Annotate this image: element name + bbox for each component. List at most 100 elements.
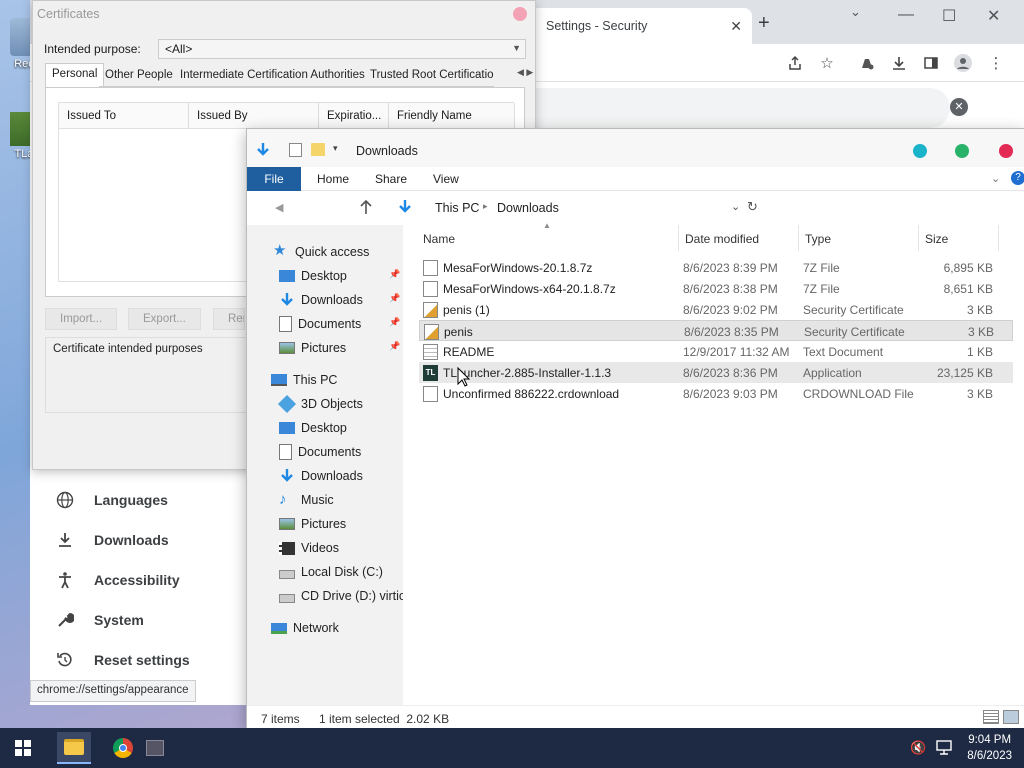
taskbar-file-explorer[interactable] [57, 732, 91, 764]
address-dropdown-icon[interactable]: ⌄ [731, 200, 740, 213]
tab-close-icon[interactable]: ✕ [730, 18, 742, 35]
file-row[interactable]: Unconfirmed 886222.crdownload 8/6/2023 9… [419, 383, 1013, 404]
column-issued-by[interactable]: Issued By [189, 103, 319, 129]
refresh-icon[interactable]: ↻ [747, 199, 758, 215]
sidebar-item-reset-settings[interactable]: Reset settings [30, 640, 246, 680]
ribbon-tab-share[interactable]: Share [365, 167, 417, 191]
file-row[interactable]: penis (1) 8/6/2023 9:02 PM Security Cert… [419, 299, 1013, 320]
search-clear-icon[interactable]: ✕ [950, 98, 968, 116]
nav-quick-access[interactable]: ★ Quick access [247, 241, 403, 263]
close-window-icon[interactable]: ✕ [987, 6, 1000, 26]
nav-pc-local-disk[interactable]: Local Disk (C:) [247, 561, 403, 583]
taskbar-certificate-manager[interactable] [138, 732, 172, 764]
sidebar-item-accessibility[interactable]: Accessibility [30, 560, 246, 600]
ribbon-tab-home[interactable]: Home [307, 167, 359, 191]
remove-button[interactable]: Rem [213, 308, 245, 330]
breadcrumb-downloads[interactable]: Downloads [497, 201, 559, 215]
new-tab-button[interactable]: + [758, 12, 770, 35]
system-clock[interactable]: 9:04 PM 8/6/2023 [967, 732, 1012, 764]
nav-qa-downloads[interactable]: Downloads 📌 [247, 289, 403, 311]
file-row-selected[interactable]: penis 8/6/2023 8:35 PM Security Certific… [419, 320, 1013, 341]
globe-icon [54, 489, 76, 511]
file-row-hovered[interactable]: TL TLauncher-2.885-Installer-1.1.3 8/6/2… [419, 362, 1013, 383]
back-arrow-icon[interactable]: ◀ [275, 201, 283, 214]
taskbar-chrome[interactable] [106, 732, 140, 764]
file-date: 8/6/2023 8:35 PM [684, 325, 779, 339]
close-dot[interactable] [999, 144, 1013, 158]
settings-search-input[interactable] [490, 88, 950, 128]
column-header-size[interactable]: Size [919, 225, 999, 251]
start-button[interactable] [6, 732, 40, 764]
dialog-close-icon[interactable] [513, 7, 527, 21]
intended-purpose-select[interactable]: <All> ▼ [158, 39, 526, 59]
nav-this-pc[interactable]: This PC [247, 369, 403, 391]
ribbon-tab-file[interactable]: File [247, 167, 301, 191]
breadcrumb-this-pc[interactable]: This PC [435, 201, 479, 215]
documents-icon [279, 316, 292, 332]
maximize-icon[interactable]: ☐ [942, 6, 956, 26]
tab-scroll-arrows[interactable]: ◀ ▶ [517, 67, 533, 78]
quick-access-toolbar-down-icon[interactable] [255, 142, 271, 161]
minimize-icon[interactable]: — [898, 6, 914, 24]
tab-intermediate-ca[interactable]: Intermediate Certification Authorities [174, 65, 371, 87]
file-row[interactable]: MesaForWindows-20.1.8.7z 8/6/2023 8:39 P… [419, 257, 1013, 278]
tab-other-people[interactable]: Other People [99, 65, 179, 87]
properties-icon[interactable] [289, 143, 302, 157]
explorer-address-bar: ◀ This PC ▸ Downloads ⌄ ↻ [247, 191, 1024, 225]
import-button[interactable]: Import... [45, 308, 118, 330]
sidebar-item-languages[interactable]: Languages [30, 480, 246, 520]
up-arrow-icon[interactable] [359, 199, 373, 218]
share-icon[interactable] [784, 52, 806, 74]
nav-pc-pictures[interactable]: Pictures [247, 513, 403, 535]
column-header-type[interactable]: Type [799, 225, 919, 251]
bookmark-star-icon[interactable]: ☆ [816, 52, 838, 74]
new-folder-icon[interactable] [311, 143, 325, 156]
nav-label: Documents [298, 317, 362, 331]
minimize-dot[interactable] [913, 144, 927, 158]
toolbar-customize-icon[interactable]: ▾ [333, 143, 338, 154]
nav-qa-documents[interactable]: Documents 📌 [247, 313, 403, 335]
nav-pc-videos[interactable]: Videos [247, 537, 403, 559]
nav-qa-desktop[interactable]: Desktop 📌 [247, 265, 403, 287]
nav-pc-music[interactable]: ♪ Music [247, 489, 403, 511]
column-header-date[interactable]: Date modified [679, 225, 799, 251]
nav-pc-desktop[interactable]: Desktop [247, 417, 403, 439]
side-panel-icon[interactable] [920, 52, 942, 74]
chrome-menu-icon[interactable]: ⋮ [985, 52, 1007, 74]
column-expiration[interactable]: Expiratio... [319, 103, 389, 129]
help-icon[interactable]: ? [1011, 171, 1024, 185]
file-row[interactable]: MesaForWindows-x64-20.1.8.7z 8/6/2023 8:… [419, 278, 1013, 299]
details-view-icon[interactable] [983, 710, 999, 724]
nav-pc-downloads[interactable]: Downloads [247, 465, 403, 487]
column-friendly-name[interactable]: Friendly Name [389, 103, 515, 129]
ribbon-tab-view[interactable]: View [423, 167, 469, 191]
network-status-icon[interactable] [935, 740, 953, 759]
tab-search-icon[interactable]: ⌄ [850, 4, 861, 20]
videos-icon [279, 541, 295, 555]
nav-pc-3d-objects[interactable]: 3D Objects [247, 393, 403, 415]
sidebar-item-downloads[interactable]: Downloads [30, 520, 246, 560]
maximize-dot[interactable] [955, 144, 969, 158]
nav-pc-documents[interactable]: Documents [247, 441, 403, 463]
extension-icon[interactable] [856, 52, 878, 74]
nav-pc-cd-drive[interactable]: CD Drive (D:) virtio- [247, 585, 403, 607]
sidebar-item-label: System [94, 612, 144, 628]
pin-icon: 📌 [389, 317, 401, 327]
tab-settings-security[interactable]: Settings - Security ✕ [530, 8, 752, 44]
downloads-toolbar-icon[interactable] [888, 52, 910, 74]
tab-personal[interactable]: Personal [45, 63, 105, 87]
column-header-name[interactable]: Name [417, 225, 679, 251]
volume-muted-icon[interactable]: 🔇 [910, 740, 926, 756]
export-button[interactable]: Export... [128, 308, 201, 330]
profile-avatar-icon[interactable] [952, 52, 974, 74]
nav-network[interactable]: Network [247, 617, 403, 639]
tab-trusted-root[interactable]: Trusted Root Certification [364, 65, 494, 87]
file-row[interactable]: README 12/9/2017 11:32 AM Text Document … [419, 341, 1013, 362]
nav-qa-pictures[interactable]: Pictures 📌 [247, 337, 403, 359]
column-issued-to[interactable]: Issued To [59, 103, 189, 129]
large-icons-view-icon[interactable] [1003, 710, 1019, 724]
sidebar-item-system[interactable]: System [30, 600, 246, 640]
ribbon-expand-icon[interactable]: ⌄ [991, 172, 1000, 185]
music-icon: ♪ [279, 491, 287, 508]
file-date: 12/9/2017 11:32 AM [683, 345, 790, 359]
